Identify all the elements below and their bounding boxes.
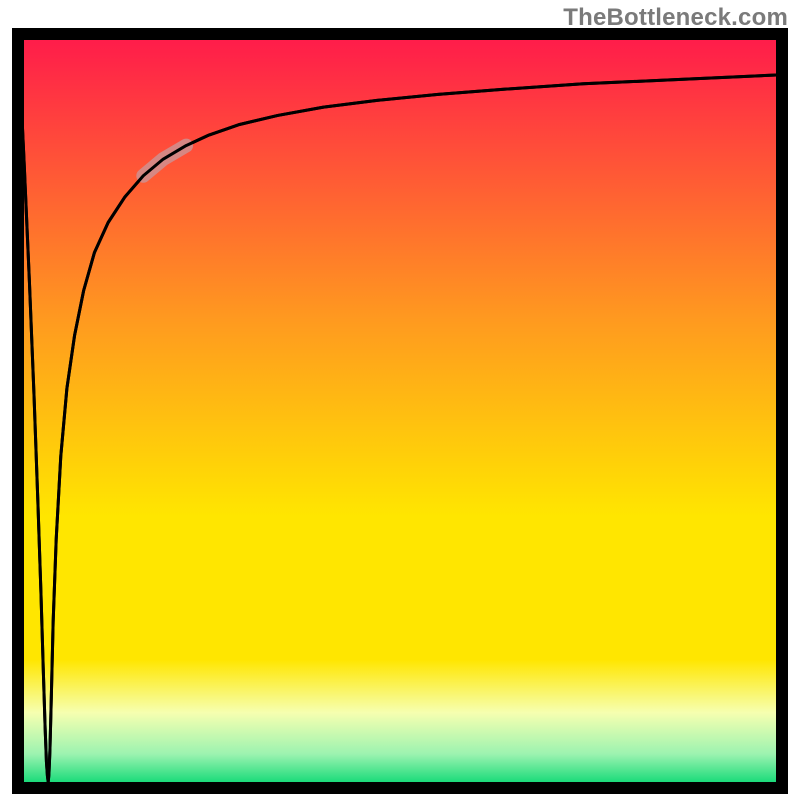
plot-background [18, 34, 782, 788]
watermark-label: TheBottleneck.com [563, 4, 788, 32]
bottleneck-chart [0, 0, 800, 800]
chart-container: TheBottleneck.com [0, 0, 800, 800]
